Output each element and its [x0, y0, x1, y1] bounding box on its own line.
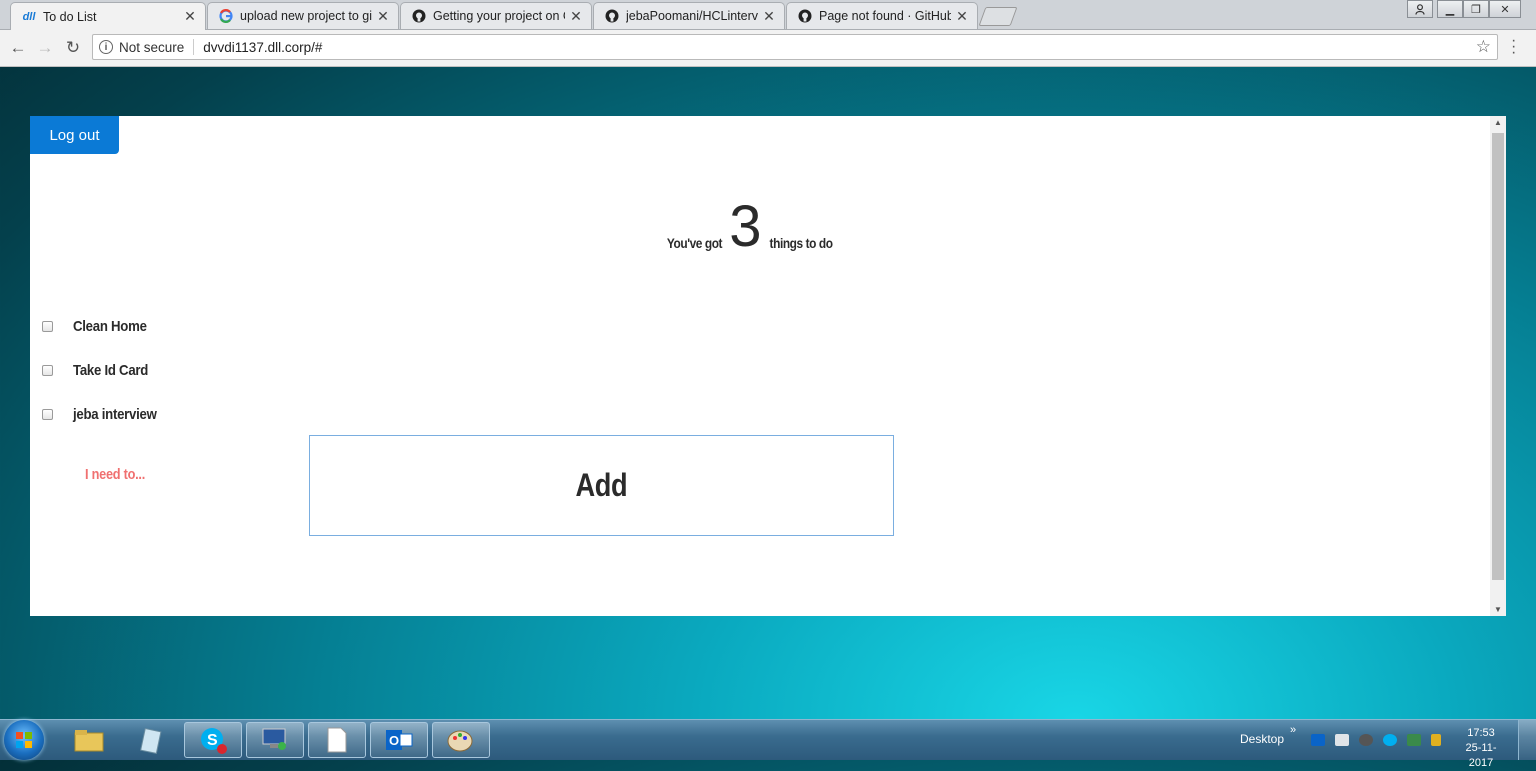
outlook-icon[interactable]: O: [370, 722, 428, 758]
todo-count-heading: You've got 3 things to do: [650, 198, 850, 256]
todo-item: jeba interview: [42, 404, 168, 424]
page-scrollbar[interactable]: ▲ ▼: [1490, 116, 1506, 616]
blank-document-icon[interactable]: [308, 722, 366, 758]
scroll-down-arrow-icon[interactable]: ▼: [1490, 605, 1506, 614]
todo-label: Clean Home: [73, 317, 147, 335]
divider: [193, 39, 195, 55]
close-icon[interactable]: ✕: [955, 8, 969, 25]
taskbar: S O Desktop » 17:53 25-11-2017: [0, 719, 1536, 769]
tab-getting-project[interactable]: Getting your project on G ✕: [400, 2, 592, 29]
close-icon[interactable]: ✕: [183, 8, 197, 25]
clock-date: 25-11-2017: [1465, 742, 1497, 769]
close-icon[interactable]: ✕: [376, 8, 390, 25]
heading-suffix: things to do: [769, 235, 833, 251]
system-clock[interactable]: 17:53 25-11-2017: [1456, 726, 1506, 771]
heading-prefix: You've got: [667, 235, 723, 251]
tab-upload-project[interactable]: upload new project to gi ✕: [207, 2, 399, 29]
show-desktop-button[interactable]: [1518, 720, 1536, 760]
tab-title: To do List: [43, 9, 97, 24]
restore-icon[interactable]: ❐: [1463, 0, 1489, 18]
todo-checkbox[interactable]: [42, 320, 53, 332]
svg-text:O: O: [389, 733, 399, 748]
todo-item: Take Id Card: [42, 360, 158, 380]
notepad-icon[interactable]: [122, 722, 180, 758]
page-viewport: Log out You've got 3 things to do Clean …: [30, 116, 1506, 616]
url-text[interactable]: dvvdi1137.dll.corp/#: [203, 40, 1475, 55]
tab-jeba-repo[interactable]: jebaPoomani/HCLintervie ✕: [593, 2, 785, 29]
logout-button[interactable]: Log out: [30, 116, 119, 154]
outlook-tray-icon[interactable]: [1311, 734, 1325, 746]
remote-desktop-icon[interactable]: [246, 722, 304, 758]
security-label[interactable]: Not secure: [119, 40, 184, 55]
tab-todo-list[interactable]: dll To do List ✕: [10, 2, 206, 30]
tab-title: upload new project to gi: [240, 9, 372, 23]
back-arrow-icon[interactable]: ←: [7, 38, 29, 58]
tab-title: Getting your project on G: [433, 9, 565, 23]
tab-page-not-found[interactable]: Page not found · GitHub ✕: [786, 2, 978, 29]
profile-button[interactable]: [1407, 0, 1433, 18]
tab-title: jebaPoomani/HCLintervie: [626, 9, 758, 23]
todo-count: 3: [729, 194, 762, 259]
github-icon: [411, 8, 427, 24]
github-icon: [604, 8, 620, 24]
browser-toolbar: ← → ↻ i Not secure dvvdi1137.dll.corp/# …: [0, 30, 1536, 67]
skype-icon[interactable]: S: [184, 722, 242, 758]
close-icon[interactable]: ✕: [762, 8, 776, 25]
sync-icon[interactable]: [1359, 734, 1373, 746]
todo-label: jeba interview: [73, 405, 157, 423]
scroll-up-arrow-icon[interactable]: ▲: [1490, 118, 1506, 127]
start-button[interactable]: [4, 720, 44, 760]
chevron-right-icon[interactable]: »: [1290, 724, 1296, 736]
github-icon: [797, 8, 813, 24]
todo-input-placeholder[interactable]: I need to...: [85, 466, 145, 483]
bookmark-star-icon[interactable]: ☆: [1476, 37, 1491, 57]
desktop-toolbar-label[interactable]: Desktop: [1240, 732, 1284, 746]
todo-checkbox[interactable]: [42, 364, 53, 376]
windows-logo-icon: [16, 732, 32, 748]
svg-text:S: S: [207, 732, 218, 749]
info-icon[interactable]: i: [99, 40, 113, 54]
lock-icon[interactable]: [1431, 734, 1441, 746]
menu-dots-icon[interactable]: · · ·: [1511, 33, 1516, 61]
minimize-icon[interactable]: ▁: [1437, 0, 1463, 18]
printer-icon[interactable]: [1335, 734, 1349, 746]
close-icon[interactable]: ✕: [569, 8, 583, 25]
reload-icon[interactable]: ↻: [62, 38, 84, 58]
window-controls: ▁ ❐ ✕: [1437, 0, 1521, 18]
skype-tray-icon[interactable]: [1383, 734, 1397, 746]
todo-label: Take Id Card: [73, 361, 149, 379]
add-button-label: Add: [575, 467, 628, 503]
new-tab-button[interactable]: [978, 7, 1018, 26]
todo-checkbox[interactable]: [42, 408, 53, 420]
user-icon[interactable]: [1407, 0, 1433, 18]
clock-time: 17:53: [1467, 727, 1495, 739]
todo-item: Clean Home: [42, 316, 157, 336]
window-close-icon[interactable]: ✕: [1489, 0, 1521, 18]
address-bar[interactable]: i Not secure dvvdi1137.dll.corp/# ☆: [92, 34, 1498, 60]
scrollbar-thumb[interactable]: [1492, 133, 1504, 580]
dll-logo-icon: dll: [22, 10, 36, 23]
paint-icon[interactable]: [432, 722, 490, 758]
tab-title: Page not found · GitHub: [819, 9, 951, 23]
google-icon: [218, 8, 234, 24]
tab-strip: dll To do List ✕ upload new project to g…: [0, 0, 1536, 30]
network-icon[interactable]: [1407, 734, 1421, 746]
file-explorer-icon[interactable]: [60, 722, 118, 758]
forward-arrow-icon[interactable]: →: [34, 38, 56, 58]
add-button[interactable]: Add: [309, 435, 894, 536]
